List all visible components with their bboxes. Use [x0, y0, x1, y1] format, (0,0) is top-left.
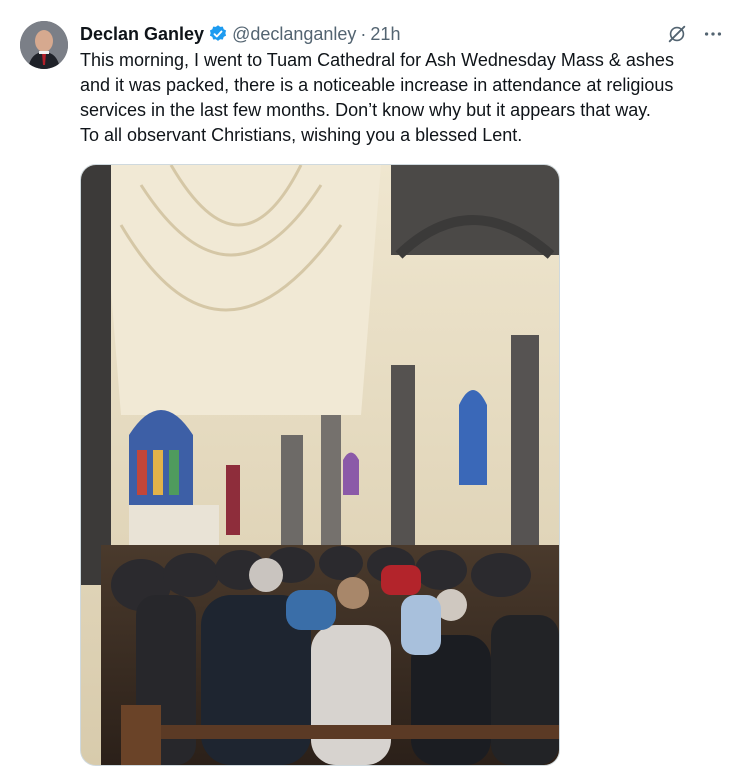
- tweet-text-line: and it was packed, there is a noticeable…: [80, 75, 674, 95]
- tweet-actions: [665, 22, 725, 46]
- tweet-text-line: services in the last few months. Don’t k…: [80, 100, 651, 120]
- tweet-text-line: To all observant Christians, wishing you…: [80, 125, 523, 145]
- timestamp[interactable]: 21h: [370, 24, 400, 45]
- author-handle[interactable]: @declanganley: [232, 24, 356, 45]
- avatar-image: [20, 21, 68, 69]
- tweet-photo[interactable]: [80, 164, 560, 766]
- author-avatar[interactable]: [20, 21, 68, 69]
- grok-icon[interactable]: [665, 22, 689, 46]
- tweet-text: This morning, I went to Tuam Cathedral f…: [80, 48, 730, 148]
- separator-dot: ·: [360, 23, 367, 44]
- author-name[interactable]: Declan Ganley: [80, 24, 204, 45]
- verified-badge-icon: [208, 24, 228, 44]
- tweet-text-line: This morning, I went to Tuam Cathedral f…: [80, 50, 674, 70]
- more-options-icon[interactable]: [701, 22, 725, 46]
- cathedral-photo: [81, 165, 559, 765]
- tweet-header: Declan Ganley @declanganley · 21h: [80, 22, 400, 46]
